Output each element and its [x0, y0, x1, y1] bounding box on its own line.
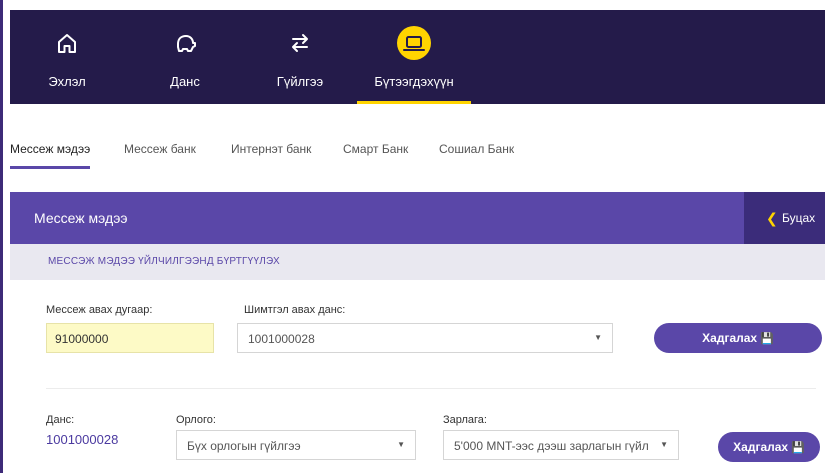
back-button-label: Буцах: [782, 211, 816, 225]
dropdown-caret-icon: ▼: [660, 440, 668, 449]
back-button[interactable]: ❮ Буцах: [744, 192, 825, 244]
nav-item-products[interactable]: Бүтээгдэхүүн: [357, 10, 471, 104]
save-button-2[interactable]: Хадгалах 💾: [718, 432, 820, 462]
expense-label: Зарлага:: [443, 414, 487, 426]
dropdown-caret-icon: ▼: [594, 333, 602, 342]
nav-item-label: Бүтээгдэхүүн: [374, 74, 454, 89]
piggy-bank-icon: [177, 35, 196, 52]
nav-item-label: Эхлэл: [48, 74, 86, 89]
income-label: Орлого:: [176, 414, 216, 426]
section-header: Мессеж мэдээ ❮ Буцах: [10, 192, 825, 244]
save-button-label: Хадгалах: [733, 440, 789, 454]
tab-social-bank[interactable]: Сошиал Банк: [439, 142, 514, 156]
phone-label: Мессеж авах дугаар:: [46, 304, 153, 316]
save-button-label: Хадгалах: [702, 331, 758, 345]
chevron-left-icon: ❮: [766, 210, 778, 226]
tab-smart-bank[interactable]: Смарт Банк: [343, 142, 408, 156]
income-value: Бүх орлогын гүйлгээ: [187, 439, 301, 453]
nav-item-home[interactable]: Эхлэл: [32, 10, 102, 104]
dropdown-caret-icon: ▼: [397, 440, 405, 449]
laptop-icon: [397, 26, 431, 60]
expense-select[interactable]: 5'000 MNT-ээс дээш зарлагын гүйл ▼: [443, 430, 679, 460]
nav-item-label: Данс: [170, 74, 200, 89]
nav-item-accounts[interactable]: Данс: [150, 10, 220, 104]
floppy-disk-icon: 💾: [791, 442, 805, 454]
transfer-icon: [292, 34, 308, 52]
floppy-disk-icon: 💾: [760, 333, 774, 345]
tab-internet-bank[interactable]: Интернэт банк: [231, 142, 311, 156]
fee-account-select[interactable]: 1001000028 ▼: [237, 323, 613, 353]
nav-item-transactions[interactable]: Гүйлгээ: [260, 10, 340, 104]
home-icon: [58, 34, 76, 53]
divider: [46, 388, 816, 389]
fee-account-value: 1001000028: [248, 332, 315, 346]
subheader-text: МЕССЭЖ МЭДЭЭ ҮЙЛЧИЛГЭЭНД БҮРТГҮҮЛЭХ: [48, 256, 280, 267]
page-title: Мессеж мэдээ: [34, 210, 128, 226]
section-subheader: МЕССЭЖ МЭДЭЭ ҮЙЛЧИЛГЭЭНД БҮРТГҮҮЛЭХ: [10, 244, 825, 280]
tab-message-info[interactable]: Мессеж мэдээ: [10, 142, 91, 169]
account-label: Данс:: [46, 414, 75, 426]
window-edge: [0, 0, 3, 473]
tab-message-bank[interactable]: Мессеж банк: [124, 142, 196, 156]
product-tabs: Мессеж мэдээ Мессеж банк Интернэт банк С…: [10, 132, 825, 172]
expense-value: 5'000 MNT-ээс дээш зарлагын гүйл: [454, 439, 649, 453]
save-button[interactable]: Хадгалах 💾: [654, 323, 822, 353]
top-navigation: Эхлэл Данс Гүйлгээ Бүтээгдэхүүн: [10, 10, 825, 104]
nav-item-label: Гүйлгээ: [276, 74, 324, 89]
income-select[interactable]: Бүх орлогын гүйлгээ ▼: [176, 430, 416, 460]
phone-input[interactable]: 91000000: [46, 323, 214, 353]
fee-account-label: Шимтгэл авах данс:: [244, 304, 346, 316]
account-number-link[interactable]: 1001000028: [46, 432, 118, 447]
